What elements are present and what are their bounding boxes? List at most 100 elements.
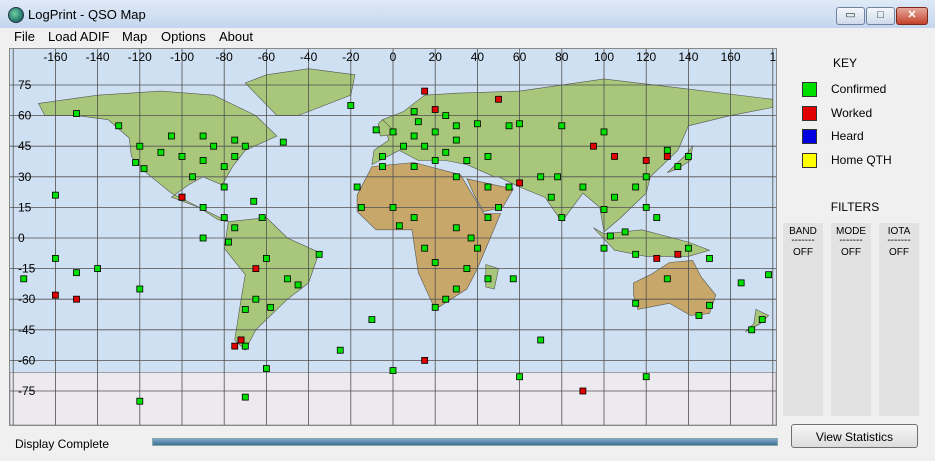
qso-point-confirmed	[484, 275, 492, 283]
lon-tick-label: 0	[390, 50, 397, 64]
qso-point-confirmed	[241, 342, 249, 350]
qso-point-worked	[231, 342, 239, 350]
qso-point-confirmed	[663, 275, 671, 283]
qso-point-confirmed	[706, 254, 713, 262]
lon-tick-label: 80	[555, 50, 569, 64]
qso-point-confirmed	[484, 153, 492, 160]
lat-tick-label: 0	[18, 231, 25, 245]
qso-point-worked	[178, 193, 186, 201]
lon-tick-label: -100	[170, 50, 194, 64]
qso-point-confirmed	[558, 214, 566, 222]
lon-tick-label: 120	[636, 50, 656, 64]
qso-point-confirmed	[410, 108, 418, 115]
qso-point-confirmed	[136, 142, 144, 150]
filter-iota[interactable]: IOTA ------- OFF	[879, 223, 919, 416]
qso-point-confirmed	[421, 142, 429, 150]
qso-point-confirmed	[484, 214, 492, 222]
qso-point-confirmed	[262, 254, 270, 262]
qso-point-confirmed	[231, 153, 239, 160]
qso-point-confirmed	[136, 285, 144, 293]
qso-point-confirmed	[685, 153, 692, 160]
maximize-button[interactable]: □	[866, 7, 895, 25]
qso-point-confirmed	[452, 285, 460, 293]
qso-point-confirmed	[537, 173, 545, 181]
qso-point-confirmed	[473, 120, 481, 128]
qso-point-confirmed	[642, 373, 650, 381]
qso-point-confirmed	[606, 232, 614, 240]
title-bar[interactable]: LogPrint - QSO Map ▭ □ ✕	[0, 0, 935, 29]
key-label-heard: Heard	[831, 129, 864, 143]
qso-point-confirmed	[537, 336, 545, 344]
menu-map[interactable]: Map	[122, 29, 147, 44]
qso-point-confirmed	[463, 265, 471, 273]
qso-point-confirmed	[484, 183, 492, 191]
qso-point-confirmed	[431, 157, 439, 164]
qso-point-confirmed	[199, 234, 207, 242]
qso-point-confirmed	[410, 214, 418, 222]
lon-tick-label: 100	[594, 50, 614, 64]
qso-point-confirmed	[554, 173, 561, 181]
qso-point-confirmed	[431, 128, 439, 136]
qso-point-confirmed	[558, 122, 566, 130]
close-button[interactable]: ✕	[896, 7, 928, 25]
menu-file[interactable]: File	[14, 29, 35, 44]
qso-point-confirmed	[315, 250, 323, 258]
progress-bar	[152, 438, 778, 446]
filter-mode-divider: -------	[839, 235, 863, 246]
lat-tick-label: -30	[18, 292, 36, 306]
qso-point-confirmed	[674, 163, 682, 170]
menu-load-adif[interactable]: Load ADIF	[48, 29, 109, 44]
lon-tick-label: -20	[342, 50, 360, 64]
lon-tick-label: -60	[258, 50, 276, 64]
qso-point-confirmed	[231, 136, 239, 144]
qso-point-confirmed	[284, 275, 291, 283]
qso-point-confirmed	[695, 312, 703, 319]
qso-point-confirmed	[748, 326, 756, 334]
minimize-button[interactable]: ▭	[836, 7, 865, 25]
qso-point-confirmed	[414, 118, 422, 126]
qso-point-confirmed	[250, 197, 258, 205]
qso-point-confirmed	[395, 222, 403, 230]
qso-point-confirmed	[52, 254, 59, 262]
qso-point-confirmed	[389, 203, 397, 211]
lat-tick-label: 30	[18, 170, 32, 184]
qso-point-worked	[590, 142, 597, 150]
qso-point-confirmed	[241, 142, 249, 150]
swatch-worked	[802, 106, 817, 121]
qso-point-confirmed	[421, 244, 429, 252]
qso-point-worked	[431, 106, 439, 113]
qso-point-confirmed	[336, 346, 344, 354]
menu-options[interactable]: Options	[161, 29, 206, 44]
qso-point-confirmed	[452, 224, 460, 232]
qso-point-confirmed	[140, 165, 148, 173]
qso-point-confirmed	[547, 193, 555, 201]
qso-point-worked	[252, 265, 260, 273]
filter-iota-value: OFF	[889, 247, 909, 258]
menu-about[interactable]: About	[219, 29, 253, 44]
lon-tick-label: -40	[300, 50, 318, 64]
qso-point-confirmed	[442, 112, 450, 119]
filter-band[interactable]: BAND ------- OFF	[783, 223, 823, 416]
qso-point-confirmed	[168, 132, 175, 140]
qso-point-confirmed	[52, 191, 59, 199]
qso-point-confirmed	[632, 250, 640, 258]
qso-point-confirmed	[20, 275, 28, 283]
lon-tick-label: -140	[86, 50, 110, 64]
qso-point-worked	[421, 356, 429, 364]
swatch-heard	[802, 129, 817, 144]
qso-point-confirmed	[279, 138, 287, 146]
qso-point-confirmed	[642, 173, 650, 181]
view-statistics-button[interactable]: View Statistics	[791, 424, 918, 448]
globe-icon	[8, 7, 24, 23]
qso-map[interactable]: -160 -140 -120 -100 -80 -60 -40 -20 0 20 40 60 80 100…	[9, 48, 777, 426]
filter-mode[interactable]: MODE ------- OFF	[831, 223, 871, 416]
qso-point-confirmed	[463, 157, 471, 164]
lon-tick-label: 140	[678, 50, 698, 64]
qso-point-confirmed	[199, 157, 207, 164]
menu-bar: File Load ADIF Map Options About	[0, 28, 935, 47]
world-map-canvas[interactable]: -160 -140 -120 -100 -80 -60 -40 -20 0 20 40 60 80 100…	[10, 49, 776, 425]
qso-point-confirmed	[431, 259, 439, 266]
qso-point-confirmed	[663, 146, 671, 154]
qso-point-confirmed	[632, 299, 640, 307]
qso-point-confirmed	[505, 122, 513, 130]
